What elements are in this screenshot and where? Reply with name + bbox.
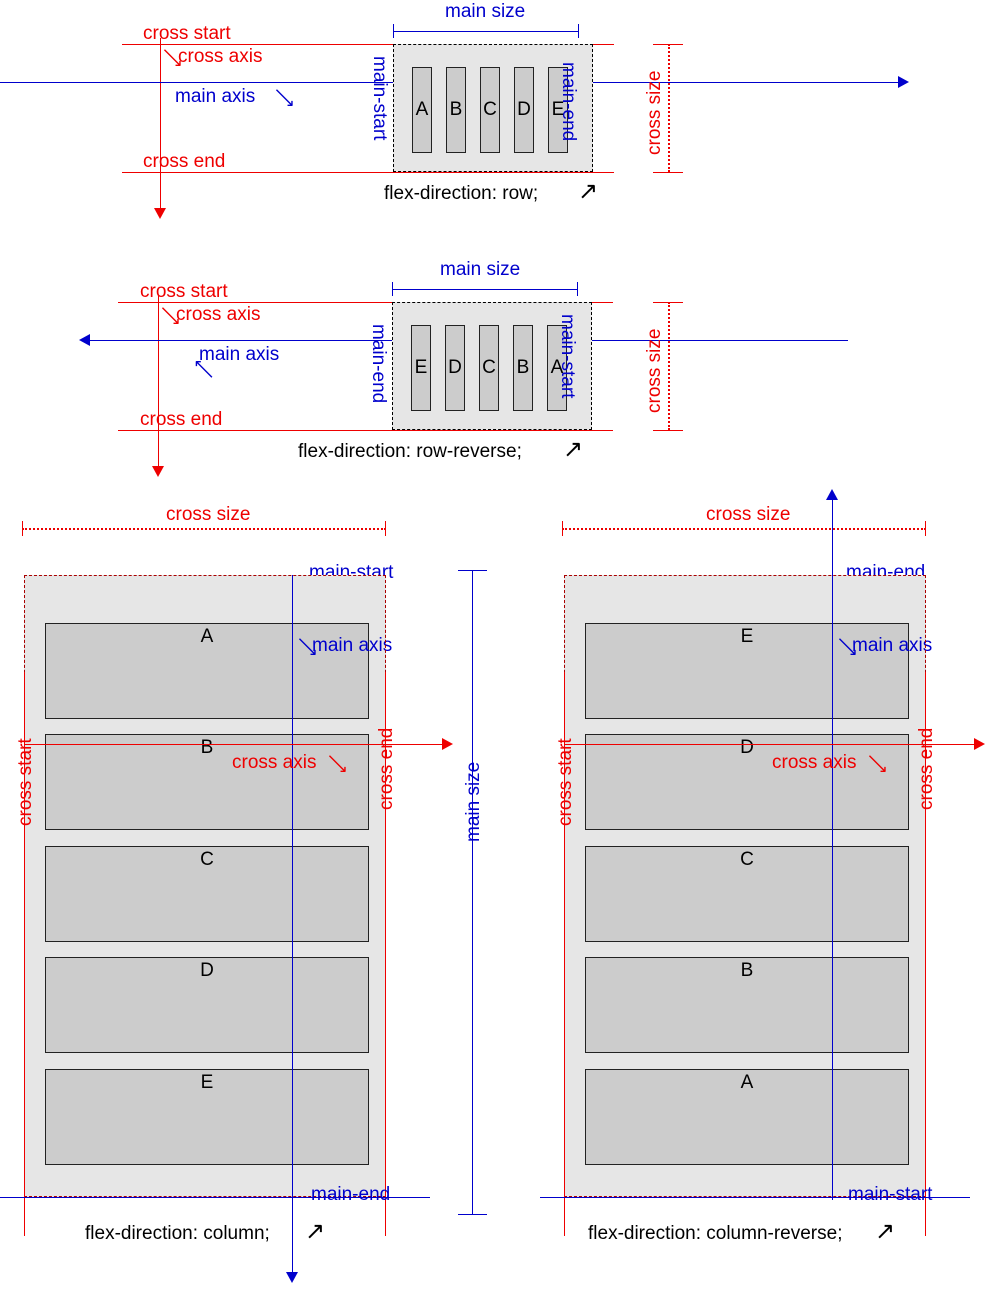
main-axis-label-colrev: main axis bbox=[852, 635, 933, 656]
flex-container-colrev: E D C B A bbox=[564, 575, 926, 1197]
caption-colrev: flex-direction: column-reverse; bbox=[588, 1223, 843, 1244]
cross-axis-arrowhead-colrev bbox=[974, 738, 985, 750]
flex-item-label: E bbox=[740, 626, 754, 647]
flex-item: D bbox=[585, 734, 909, 830]
flex-direction-diagram-sheet: main size cross start cross end cross ax… bbox=[0, 0, 985, 1293]
cross-axis-line-colrev bbox=[564, 744, 976, 745]
main-axis-line-colrev bbox=[832, 500, 833, 1200]
cross-size-dotted-colrev bbox=[562, 528, 926, 530]
main-axis-arrowhead-colrev bbox=[826, 489, 838, 500]
cross-end-label-colrev: cross end bbox=[916, 727, 937, 810]
cross-axis-label-colrev: cross axis bbox=[772, 752, 857, 773]
diagram-column-reverse: cross size main-end E D C B A main axis … bbox=[0, 0, 985, 1293]
cross-size-tick-left-colrev bbox=[562, 521, 563, 536]
cross-size-label-colrev: cross size bbox=[706, 504, 791, 525]
cross-start-label-colrev: cross start bbox=[555, 738, 576, 826]
flex-item: A bbox=[585, 1069, 909, 1165]
flex-item: B bbox=[585, 957, 909, 1053]
main-start-label-colrev: main-start bbox=[848, 1184, 933, 1205]
curved-arrow-icon-colrev: ↗ bbox=[875, 1218, 896, 1245]
main-start-line-colrev bbox=[540, 1197, 970, 1198]
flex-item-label: B bbox=[740, 960, 754, 981]
cross-size-tick-right-colrev bbox=[925, 521, 926, 536]
flex-item-label: C bbox=[740, 849, 754, 870]
flex-item: C bbox=[585, 846, 909, 942]
flex-item-label: A bbox=[740, 1072, 754, 1093]
flex-item-label: D bbox=[740, 737, 754, 758]
